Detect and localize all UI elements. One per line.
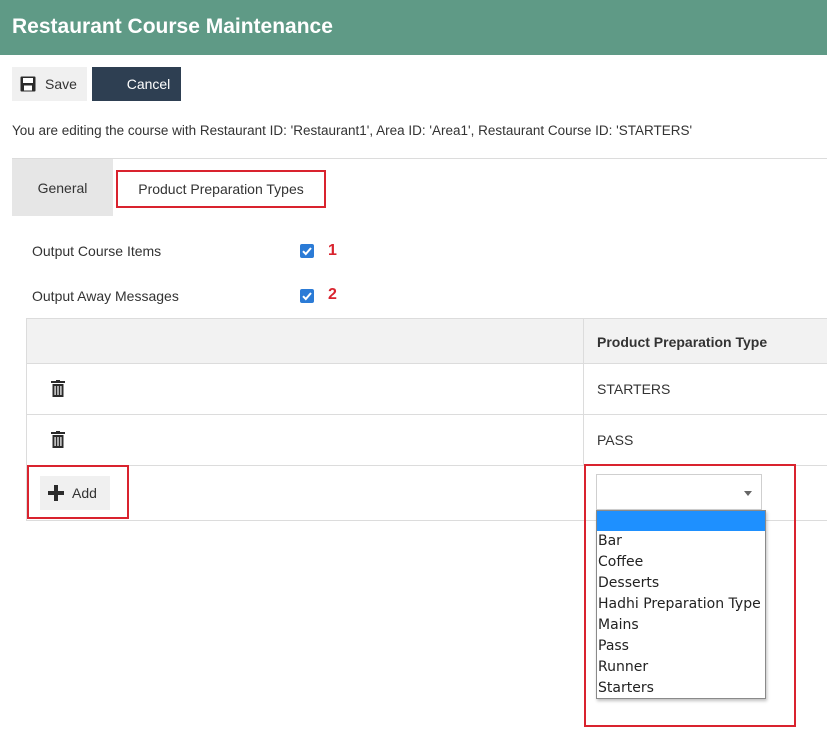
dropdown-option-empty[interactable] — [597, 511, 765, 531]
table-cell-preparation-type: PASS — [597, 432, 634, 448]
table-header: Product Preparation Type — [27, 318, 827, 364]
tab-general-label: General — [37, 180, 88, 196]
trash-icon[interactable] — [51, 380, 65, 398]
output-away-messages-label: Output Away Messages — [32, 288, 179, 304]
page-header: Restaurant Course Maintenance — [0, 0, 827, 55]
dropdown-option[interactable]: Pass — [597, 636, 765, 657]
column-header-product-preparation-type: Product Preparation Type — [597, 334, 768, 350]
floppy-disk-icon — [20, 76, 36, 92]
dropdown-option[interactable]: Bar — [597, 531, 765, 552]
annotation-number-1: 1 — [328, 242, 337, 259]
page-title: Restaurant Course Maintenance — [12, 15, 333, 38]
dropdown-option[interactable]: Coffee — [597, 552, 765, 573]
table-row: STARTERS — [27, 364, 827, 415]
tab-product-preparation-types-label: Product Preparation Types — [138, 181, 304, 197]
dropdown-option[interactable]: Runner — [597, 657, 765, 678]
trash-icon[interactable] — [51, 431, 65, 449]
dropdown-option[interactable]: Starters — [597, 678, 765, 699]
editing-info-text: You are editing the course with Restaura… — [12, 123, 693, 138]
preparation-type-select[interactable] — [596, 474, 762, 510]
plus-icon — [48, 485, 64, 501]
tab-product-preparation-types[interactable]: Product Preparation Types — [116, 170, 326, 208]
table-row: PASS — [27, 415, 827, 466]
dropdown-option[interactable]: Mains — [597, 615, 765, 636]
add-button[interactable]: Add — [40, 476, 110, 510]
save-button-label: Save — [45, 76, 77, 92]
tab-general[interactable]: General — [12, 159, 113, 216]
cancel-button[interactable]: Cancel — [92, 67, 181, 101]
preparation-type-dropdown-list: Bar Coffee Desserts Hadhi Preparation Ty… — [596, 510, 766, 699]
tab-divider — [12, 158, 827, 159]
table-cell-preparation-type: STARTERS — [597, 381, 671, 397]
cancel-button-label: Cancel — [126, 76, 171, 92]
output-course-items-label: Output Course Items — [32, 243, 162, 259]
output-away-messages-checkbox[interactable] — [300, 289, 314, 303]
add-button-label: Add — [72, 485, 97, 501]
annotation-number-2: 2 — [328, 286, 337, 303]
dropdown-option[interactable]: Hadhi Preparation Type — [597, 594, 765, 615]
save-button[interactable]: Save — [12, 67, 87, 101]
dropdown-option[interactable]: Desserts — [597, 573, 765, 594]
output-course-items-checkbox[interactable] — [300, 244, 314, 258]
chevron-down-icon — [744, 491, 752, 496]
